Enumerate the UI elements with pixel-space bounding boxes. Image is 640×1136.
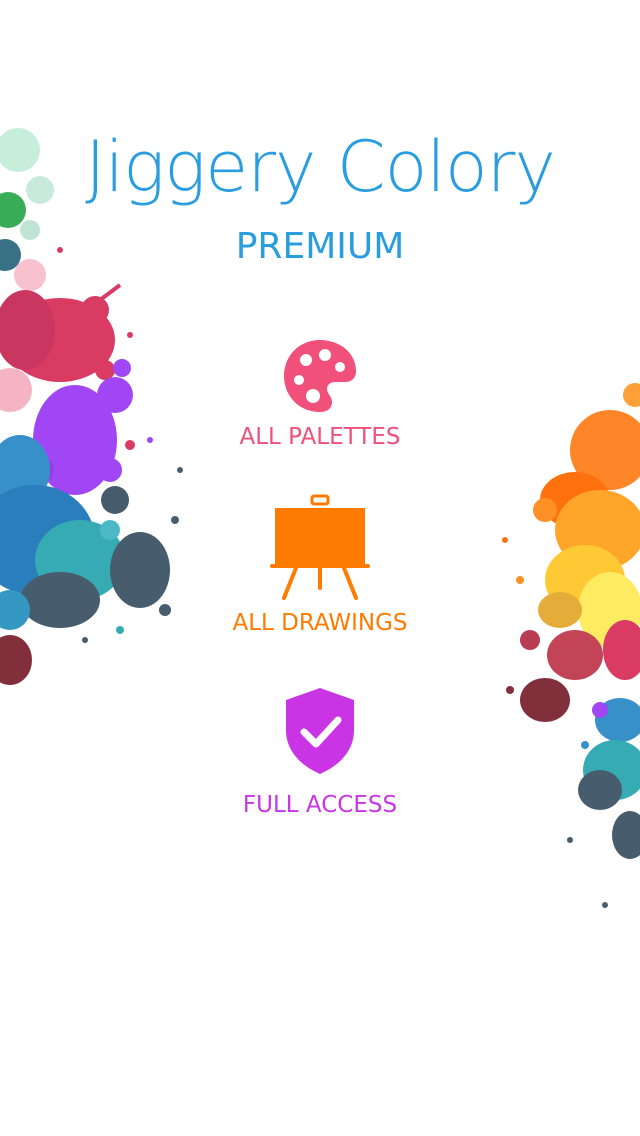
feature-label-drawings: ALL DRAWINGS: [232, 610, 408, 636]
feature-full-access: FULL ACCESS: [0, 686, 640, 820]
feature-all-palettes: ALL PALETTES: [0, 338, 640, 452]
app-title: Jiggery Colory: [85, 126, 556, 208]
premium-screen: Jiggery Colory PREMIUM ALL PALETTES ALL …: [0, 0, 640, 1136]
feature-label-palettes: ALL PALETTES: [239, 424, 401, 450]
easel-icon: [270, 494, 370, 600]
feature-label-access: FULL ACCESS: [242, 792, 398, 818]
premium-subtitle: PREMIUM: [235, 226, 405, 267]
palette-icon: [284, 340, 356, 412]
feature-all-drawings: ALL DRAWINGS: [0, 494, 640, 638]
right-paint-splash: [502, 383, 640, 908]
shield-check-icon: [286, 688, 354, 774]
